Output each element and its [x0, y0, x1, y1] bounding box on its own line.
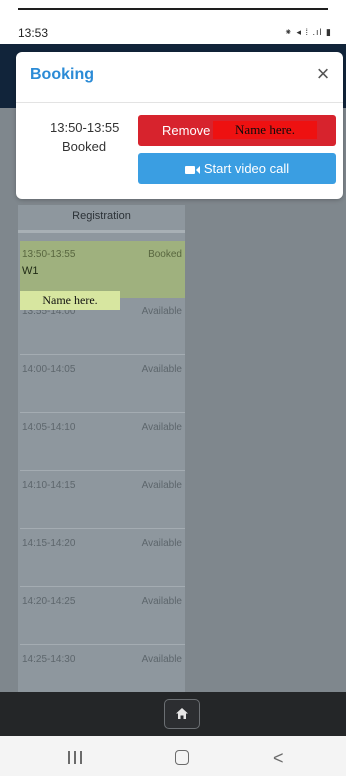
- slot-time: 14:10-14:15: [22, 480, 76, 491]
- home-button[interactable]: [164, 699, 200, 729]
- remove-button-label: Remove: [162, 123, 211, 138]
- remove-button[interactable]: Remove Name here.: [138, 115, 336, 146]
- status-bar: 13:53 ⁕ ◂ ⁞ .ıl ▮: [0, 0, 346, 44]
- slot-status: Available: [141, 538, 182, 549]
- slot-available[interactable]: 14:05-14:10 Available: [20, 414, 185, 471]
- close-icon[interactable]: ×: [311, 62, 335, 86]
- slot-booked[interactable]: 13:50-13:55 Booked W1: [20, 241, 185, 298]
- start-video-call-button[interactable]: Start video call: [138, 153, 336, 184]
- name-tag-label: Name here.: [20, 291, 120, 310]
- status-icons: ⁕ ◂ ⁞ .ıl ▮: [284, 27, 332, 37]
- slot-time: 14:15-14:20: [22, 538, 76, 549]
- slot-status: Available: [141, 422, 182, 433]
- slot-time: 14:25-14:30: [22, 654, 76, 665]
- booking-slot-status: Booked: [62, 139, 107, 154]
- modal-title: Booking: [30, 66, 94, 83]
- schedule-header-divider: [18, 230, 185, 233]
- recent-apps-icon[interactable]: [66, 751, 84, 765]
- slot-available[interactable]: 14:00-14:05 Available: [20, 356, 185, 413]
- slot-status: Available: [141, 306, 182, 317]
- slot-available[interactable]: 14:10-14:15 Available: [20, 472, 185, 529]
- booking-slot-time: 13:50-13:55: [50, 120, 120, 135]
- home-icon: [176, 708, 188, 719]
- video-camera-icon: [184, 161, 204, 176]
- slot-label: W1: [22, 265, 39, 277]
- redacted-name-label: Name here.: [213, 121, 317, 139]
- slot-time: 14:20-14:25: [22, 596, 76, 607]
- slot-status: Available: [141, 480, 182, 491]
- slot-status: Available: [141, 364, 182, 375]
- system-nav-bar: <: [0, 736, 346, 776]
- schedule-header: Registration: [72, 210, 131, 222]
- top-divider: [18, 8, 328, 10]
- video-call-label: Start video call: [203, 161, 290, 176]
- slot-time: 14:00-14:05: [22, 364, 76, 375]
- slot-available[interactable]: 14:20-14:25 Available: [20, 588, 185, 645]
- status-time: 13:53: [18, 26, 49, 40]
- nav-home-icon[interactable]: [175, 750, 189, 765]
- slot-time: 13:50-13:55: [22, 249, 76, 260]
- slot-time: 14:05-14:10: [22, 422, 76, 433]
- slot-available[interactable]: 14:15-14:20 Available: [20, 530, 185, 587]
- slot-status: Available: [141, 654, 182, 665]
- slot-status: Booked: [148, 249, 182, 260]
- bottom-app-bar: [0, 692, 346, 736]
- slot-status: Available: [141, 596, 182, 607]
- booking-modal: Booking × 13:50-13:55 Booked Remove Name…: [16, 52, 343, 199]
- modal-divider: [16, 102, 343, 103]
- schedule-column: Registration 13:50-13:55 Booked W1 13:55…: [18, 205, 185, 692]
- back-icon[interactable]: <: [273, 748, 284, 769]
